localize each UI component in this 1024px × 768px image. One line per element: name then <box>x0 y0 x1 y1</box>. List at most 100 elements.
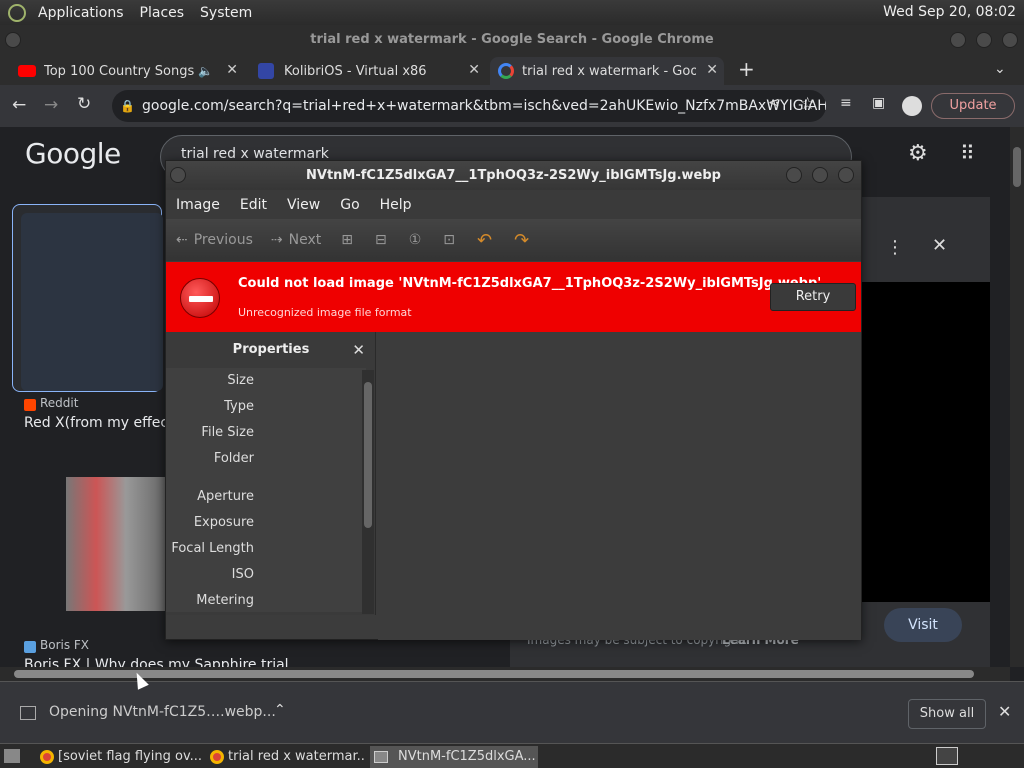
clock[interactable]: Wed Sep 20, 08:02 <box>883 4 1016 20</box>
window-menu-button[interactable] <box>5 32 21 48</box>
google-icon <box>498 63 514 79</box>
properties-list: Size Type File Size Folder Aperture Expo… <box>166 368 366 612</box>
download-item[interactable]: Opening NVtnM-fC1Z5….webp... <box>49 704 276 720</box>
maximize-button[interactable] <box>812 167 828 183</box>
image-viewer-icon <box>374 751 388 763</box>
maximize-button[interactable] <box>976 32 992 48</box>
tab-youtube[interactable]: Top 100 Country Songs of 2 🔈 ✕ <box>12 57 244 85</box>
horizontal-scrollbar[interactable] <box>0 667 1010 681</box>
address-url: google.com/search?q=trial+red+x+watermar… <box>142 98 826 114</box>
minimize-button[interactable] <box>950 32 966 48</box>
image-result-reddit[interactable] <box>12 204 163 392</box>
menu-view[interactable]: View <box>277 197 330 213</box>
property-focal-length: Focal Length <box>171 541 254 556</box>
browser-toolbar: ← → ↻ 🔒 google.com/search?q=trial+red+x+… <box>0 85 1024 127</box>
chrome-icon <box>40 750 54 764</box>
properties-scrollbar[interactable] <box>362 370 374 614</box>
window-menu-button[interactable] <box>170 167 186 183</box>
scrollbar-thumb[interactable] <box>14 670 974 678</box>
previous-button[interactable]: Previous <box>194 232 253 248</box>
side-panel-icon[interactable]: ▣ <box>872 95 885 111</box>
kolibri-icon <box>258 63 274 79</box>
file-icon <box>20 706 36 720</box>
close-sidebar-icon[interactable]: ✕ <box>352 332 365 368</box>
distro-logo-icon[interactable] <box>8 3 26 22</box>
more-options-icon[interactable]: ⋮ <box>886 237 904 258</box>
next-button[interactable]: Next <box>289 232 322 248</box>
menu-image[interactable]: Image <box>166 197 230 213</box>
settings-gear-icon[interactable]: ⚙ <box>908 141 928 166</box>
image-display-area[interactable] <box>378 332 861 640</box>
taskbar: [soviet flag flying ov... trial red x wa… <box>0 743 1024 768</box>
scrollbar-thumb[interactable] <box>1013 147 1021 187</box>
update-button[interactable]: Update <box>931 93 1015 119</box>
profile-avatar[interactable] <box>902 96 922 116</box>
menu-edit[interactable]: Edit <box>230 197 277 213</box>
menu-help[interactable]: Help <box>370 197 422 213</box>
close-tab-icon[interactable]: ✕ <box>706 62 718 78</box>
tab-strip: Top 100 Country Songs of 2 🔈 ✕ KolibriOS… <box>0 55 1024 85</box>
close-tab-icon[interactable]: ✕ <box>468 62 480 78</box>
google-logo[interactable]: Google <box>25 137 121 170</box>
places-menu[interactable]: Places <box>132 5 193 21</box>
taskbar-item-image-viewer[interactable]: NVtnM-fC1Z5dlxGA... <box>370 746 538 768</box>
lock-icon: 🔒 <box>120 99 135 113</box>
forward-button[interactable]: → <box>44 95 58 115</box>
speaker-icon[interactable]: 🔈 <box>198 64 213 78</box>
back-button[interactable]: ← <box>12 95 26 115</box>
visit-button[interactable]: Visit <box>884 608 962 642</box>
vertical-scrollbar[interactable] <box>1010 127 1024 667</box>
taskbar-item-soviet-flag[interactable]: [soviet flag flying ov... <box>36 746 202 768</box>
zoom-in-icon[interactable]: ⊞ <box>341 232 353 248</box>
reading-list-icon[interactable]: ≡ <box>840 95 852 111</box>
tab-search-chevron-icon[interactable]: ⌄ <box>994 61 1006 77</box>
system-menu[interactable]: System <box>192 5 260 21</box>
tab-kolibrios[interactable]: KolibriOS - Virtual x86 ✕ <box>250 57 486 85</box>
applications-menu[interactable]: Applications <box>30 5 132 21</box>
viewer-title: NVtnM-fC1Z5dlxGA7__1TphOQ3z-2S2Wy_iblGMT… <box>306 168 721 183</box>
taskbar-item-label: NVtnM-fC1Z5dlxGA... <box>398 749 536 764</box>
tab-title: KolibriOS - Virtual x86 <box>284 63 427 79</box>
address-bar[interactable]: 🔒 google.com/search?q=trial+red+x+waterm… <box>112 90 826 122</box>
taskbar-item-label: trial red x watermar... <box>228 749 366 764</box>
close-downloads-icon[interactable]: ✕ <box>998 702 1011 721</box>
chrome-icon <box>210 750 224 764</box>
zoom-out-icon[interactable]: ⊟ <box>375 232 387 248</box>
tab-google-search[interactable]: trial red x watermark - Google ✕ <box>490 57 724 85</box>
minimize-button[interactable] <box>786 167 802 183</box>
error-subtitle: Unrecognized image file format <box>238 306 412 319</box>
taskbar-item-trial-red-x[interactable]: trial red x watermar... <box>206 746 366 768</box>
menu-go[interactable]: Go <box>330 197 369 213</box>
bookmark-star-icon[interactable]: ☆ <box>800 94 815 114</box>
chevron-up-icon[interactable]: ⌃ <box>274 702 286 718</box>
property-aperture: Aperture <box>197 489 254 504</box>
close-preview-icon[interactable]: ✕ <box>932 235 947 256</box>
result-title[interactable]: Red X(from my effect <box>24 415 174 431</box>
viewer-titlebar: NVtnM-fC1Z5dlxGA7__1TphOQ3z-2S2Wy_iblGMT… <box>166 161 861 190</box>
property-size: Size <box>227 373 254 388</box>
share-icon[interactable]: ⋖ <box>768 95 780 111</box>
normal-size-icon[interactable]: ① <box>409 232 422 248</box>
youtube-icon <box>18 65 36 77</box>
reload-button[interactable]: ↻ <box>77 94 91 114</box>
best-fit-icon[interactable]: ⊡ <box>443 232 455 248</box>
preview-image[interactable] <box>850 282 990 602</box>
close-window-button[interactable] <box>1002 32 1018 48</box>
result-thumbnail[interactable] <box>66 477 166 611</box>
properties-sidebar: Properties ✕ Size Type File Size Folder … <box>166 332 376 615</box>
show-desktop-icon[interactable] <box>4 749 20 763</box>
close-window-button[interactable] <box>838 167 854 183</box>
workspace-switcher[interactable] <box>936 747 958 765</box>
show-all-button[interactable]: Show all <box>908 699 986 729</box>
retry-button[interactable]: Retry <box>770 283 856 311</box>
scrollbar-thumb[interactable] <box>364 382 372 528</box>
viewer-menubar: Image Edit View Go Help <box>166 190 861 219</box>
new-tab-button[interactable]: + <box>738 57 755 81</box>
properties-heading: Properties <box>232 342 310 357</box>
apps-grid-icon[interactable]: ⠿ <box>960 141 975 165</box>
close-tab-icon[interactable]: ✕ <box>226 62 238 78</box>
rotate-right-icon[interactable]: ↷ <box>514 230 529 251</box>
property-exposure: Exposure <box>193 515 254 530</box>
rotate-left-icon[interactable]: ↶ <box>477 230 492 251</box>
result-title[interactable]: Boris FX | Why does my Sapphire trial ..… <box>24 657 306 667</box>
